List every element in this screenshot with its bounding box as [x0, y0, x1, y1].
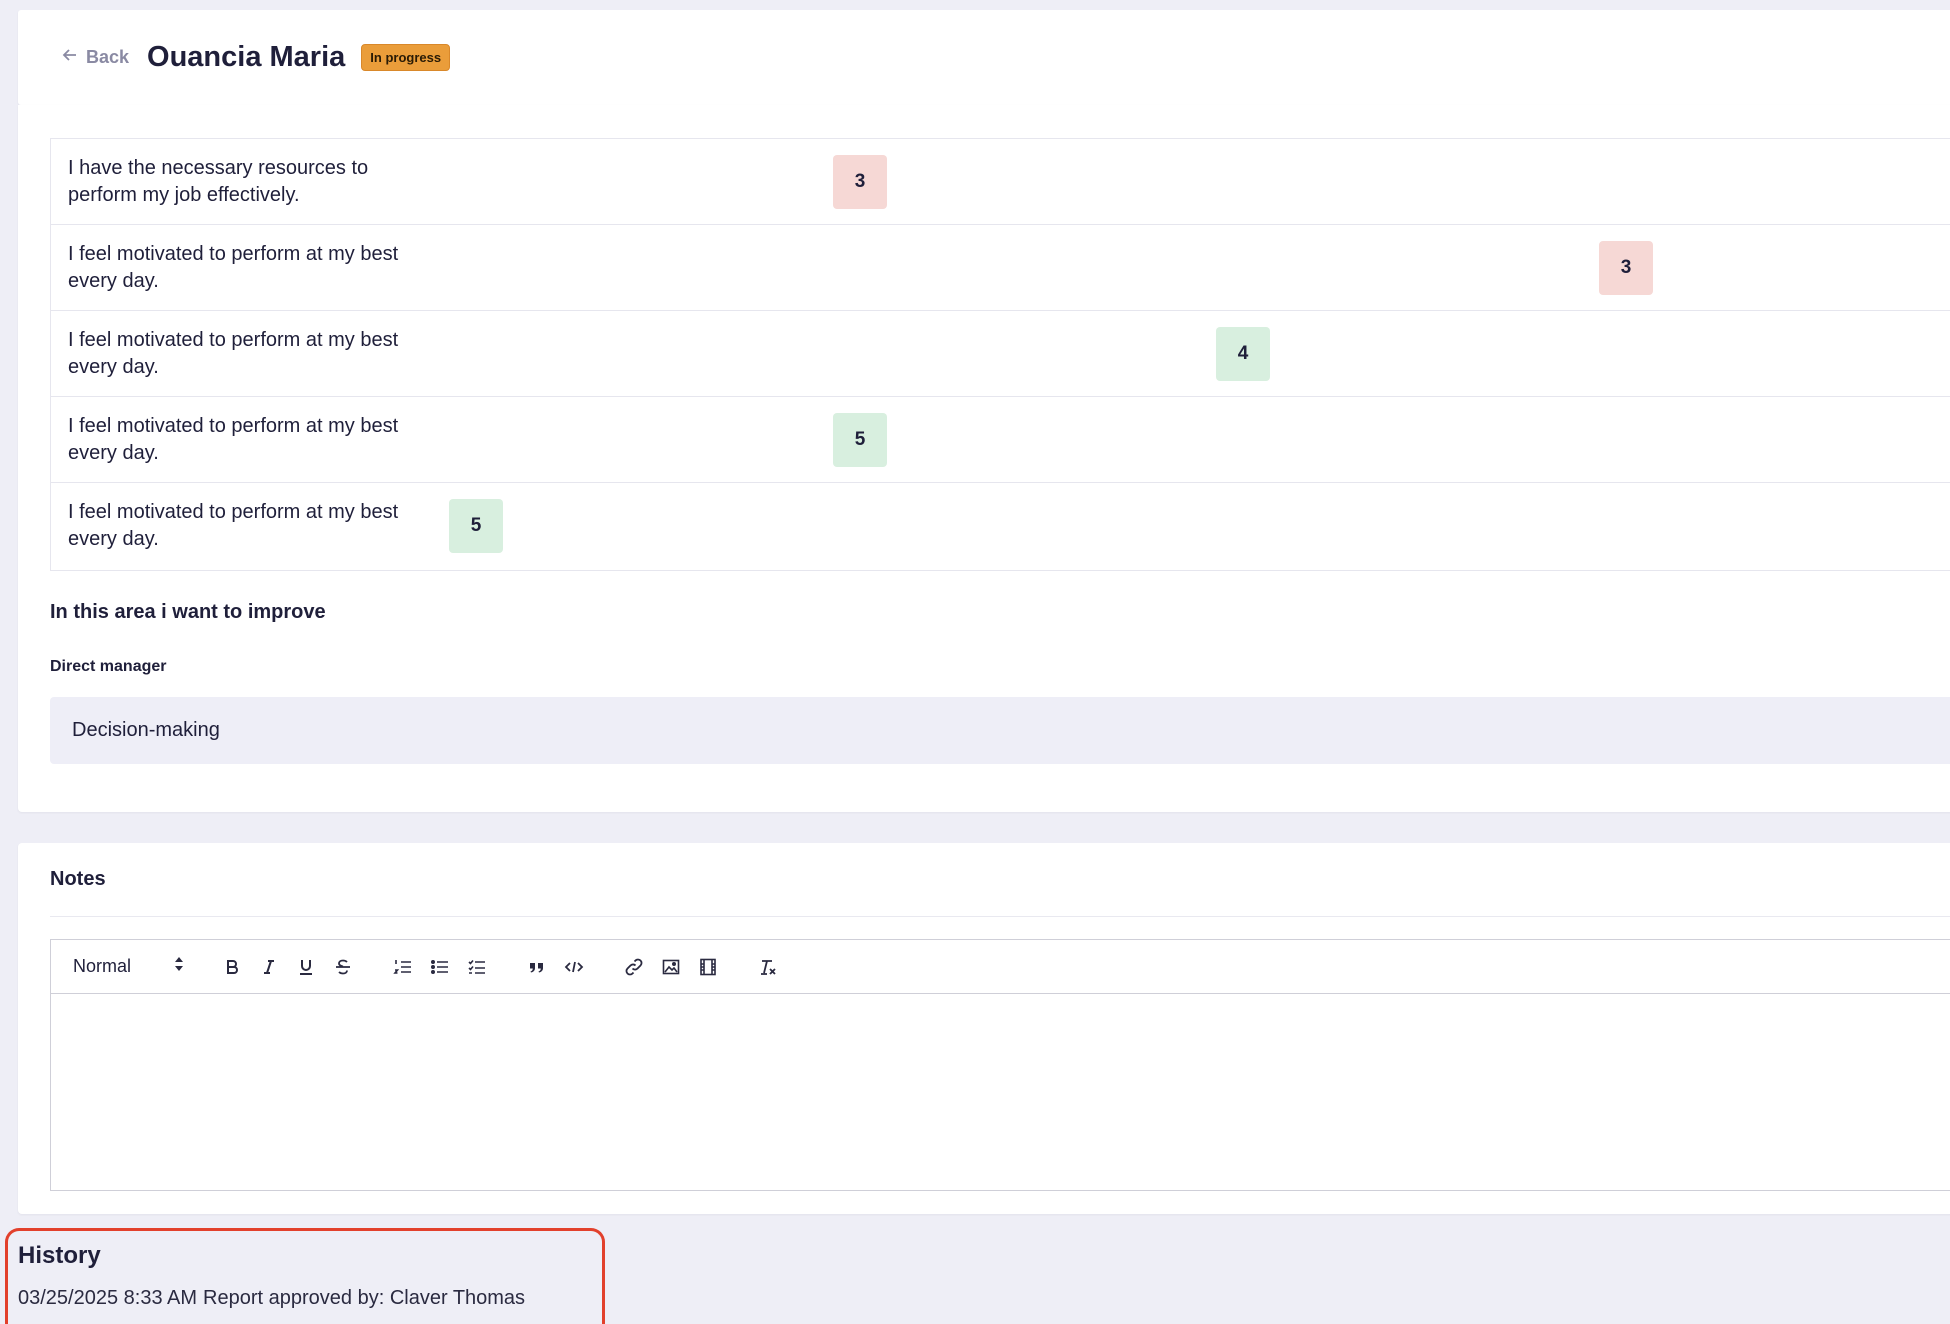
question-text: I feel motivated to perform at my best e… — [68, 414, 399, 464]
underline-icon[interactable] — [294, 955, 318, 979]
link-icon[interactable] — [622, 955, 646, 979]
history-entry: 03/25/2025 8:33 AM Report approved by: C… — [18, 1287, 525, 1310]
direct-manager-value: Decision-making — [50, 697, 1950, 764]
table-row: I feel motivated to perform at my best e… — [51, 311, 1950, 397]
check-list-icon[interactable] — [465, 955, 489, 979]
history-text: Report approved by: Claver Thomas — [203, 1287, 526, 1309]
notes-card: Notes Normal — [18, 843, 1950, 1214]
blockquote-icon[interactable] — [525, 955, 549, 979]
video-icon[interactable] — [696, 955, 720, 979]
bullet-list-icon[interactable] — [428, 955, 452, 979]
editor-toolbar: Normal — [51, 940, 1950, 994]
italic-icon[interactable] — [257, 955, 281, 979]
score-badge: 3 — [1599, 240, 1653, 295]
notes-editor-body[interactable] — [51, 994, 1950, 1190]
improve-heading: In this area i want to improve — [50, 601, 326, 623]
code-icon[interactable] — [562, 955, 586, 979]
history-title: History — [18, 1242, 101, 1269]
question-text: I feel motivated to perform at my best e… — [68, 328, 399, 378]
image-icon[interactable] — [659, 955, 683, 979]
arrow-left-icon — [60, 45, 80, 70]
ordered-list-icon[interactable] — [391, 955, 415, 979]
divider — [50, 916, 1950, 917]
back-button[interactable]: Back — [60, 45, 129, 70]
bold-icon[interactable] — [220, 955, 244, 979]
back-label: Back — [86, 47, 130, 67]
strike-icon[interactable] — [331, 955, 355, 979]
question-text: I feel motivated to perform at my best e… — [68, 501, 399, 550]
survey-table: I have the necessary resources to perfor… — [50, 138, 1950, 571]
format-select[interactable]: Normal — [73, 956, 185, 977]
table-row: I feel motivated to perform at my best e… — [51, 225, 1950, 311]
status-badge: In progress — [361, 44, 451, 71]
score-badge: 4 — [1216, 326, 1270, 381]
notes-editor: Normal — [50, 939, 1950, 1191]
table-row: I feel motivated to perform at my best e… — [51, 397, 1950, 483]
table-row: I feel motivated to perform at my best e… — [51, 483, 1950, 569]
question-text: I have the necessary resources to perfor… — [68, 156, 369, 206]
history-timestamp: 03/25/2025 8:33 AM — [18, 1287, 198, 1309]
score-badge: 5 — [833, 412, 887, 467]
clear-format-icon[interactable] — [756, 955, 780, 979]
page-header: Back Ouancia Maria In progress — [18, 10, 1950, 105]
direct-manager-label: Direct manager — [50, 658, 167, 675]
score-badge: 5 — [449, 499, 503, 553]
question-text: I feel motivated to perform at my best e… — [68, 242, 399, 292]
page-title: Ouancia Maria — [147, 41, 346, 73]
score-badge: 3 — [833, 154, 887, 209]
survey-card: I have the necessary resources to perfor… — [18, 105, 1950, 812]
sort-arrows-icon — [173, 956, 185, 977]
table-row: I have the necessary resources to perfor… — [51, 139, 1950, 225]
notes-heading: Notes — [50, 868, 106, 890]
format-select-value: Normal — [73, 956, 132, 976]
